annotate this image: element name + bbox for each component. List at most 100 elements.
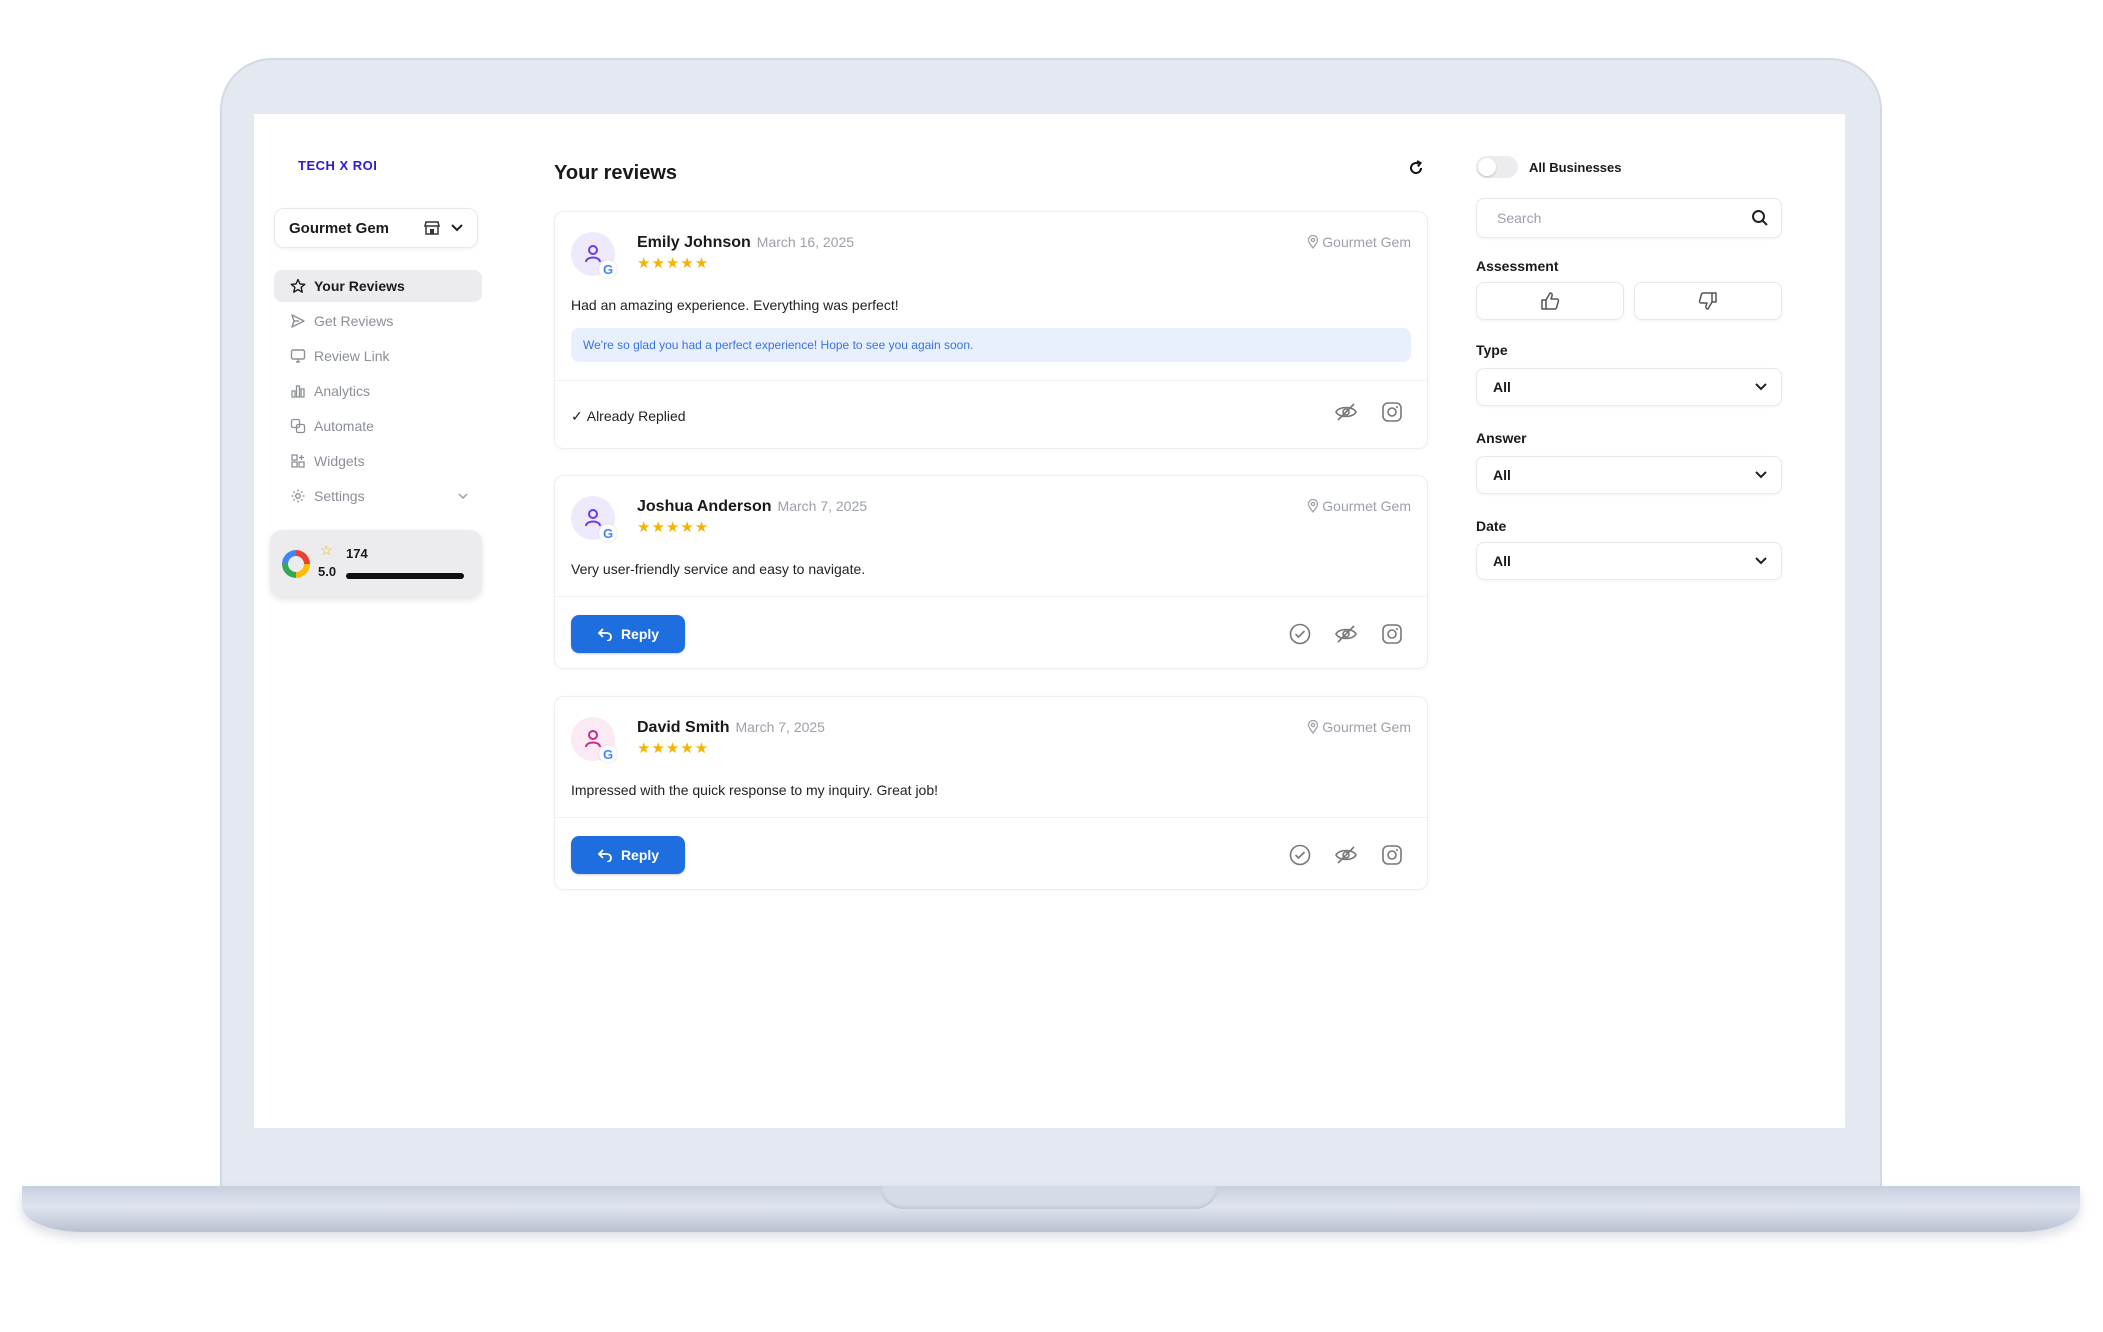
review-date: March 16, 2025 — [756, 234, 855, 250]
reply-button[interactable]: Reply — [571, 836, 685, 874]
user-avatar-icon: G — [571, 232, 617, 278]
search-icon — [1751, 209, 1769, 227]
reviewer-name: Joshua Anderson March 7, 2025 — [637, 498, 867, 516]
reply-button[interactable]: Reply — [571, 615, 685, 653]
type-select-value: All — [1493, 379, 1511, 395]
sidebar-item-label: Settings — [314, 488, 365, 504]
review-location-text: Gourmet Gem — [1322, 719, 1411, 735]
rating-bar — [346, 573, 464, 579]
review-card: G David Smith March 7, 2025 ★★★★★ Gourmet… — [554, 696, 1428, 890]
sidebar-item-your-reviews[interactable]: Your Reviews — [274, 270, 482, 302]
sidebar-item-analytics[interactable]: Analytics — [274, 375, 482, 407]
review-actions — [1287, 842, 1405, 868]
sidebar-item-review-link[interactable]: Review Link — [274, 340, 482, 372]
location-pin-icon — [1307, 499, 1319, 513]
review-location-text: Gourmet Gem — [1322, 498, 1411, 514]
search-placeholder: Search — [1497, 210, 1542, 226]
thumbs-down-button[interactable] — [1634, 282, 1782, 320]
review-text: Very user-friendly service and easy to n… — [571, 561, 866, 577]
reply-button-label: Reply — [620, 626, 660, 642]
business-select[interactable]: Gourmet Gem — [274, 208, 478, 248]
business-select-value: Gourmet Gem — [289, 219, 390, 237]
chevron-down-icon — [458, 493, 468, 499]
google-badge-icon: G — [599, 260, 617, 278]
review-location: Gourmet Gem — [1307, 719, 1411, 735]
sidebar-item-label: Analytics — [314, 383, 371, 399]
hide-icon[interactable] — [1333, 842, 1359, 868]
review-actions — [1333, 399, 1405, 425]
sidebar-item-get-reviews[interactable]: Get Reviews — [274, 305, 482, 337]
review-stars: ★★★★★ — [637, 255, 710, 272]
rating-score: 5.0 — [318, 564, 337, 579]
reviewer-name: Emily Johnson March 16, 2025 — [637, 234, 854, 252]
review-location: Gourmet Gem — [1307, 234, 1411, 250]
sidebar-item-label: Review Link — [314, 348, 390, 364]
review-location: Gourmet Gem — [1307, 498, 1411, 514]
thumbs-up-button[interactable] — [1476, 282, 1624, 320]
check-circle-icon[interactable] — [1287, 842, 1313, 868]
hide-icon[interactable] — [1333, 621, 1359, 647]
sidebar-item-widgets[interactable]: Widgets — [274, 445, 482, 477]
date-label: Date — [1476, 518, 1507, 534]
user-avatar-icon: G — [571, 496, 617, 542]
review-stars: ★★★★★ — [637, 519, 710, 536]
assessment-label: Assessment — [1476, 258, 1559, 274]
thumbs-up-icon — [1539, 290, 1561, 312]
replied-status-text: Already Replied — [586, 408, 686, 424]
google-badge-icon: G — [599, 524, 617, 542]
review-stars: ★★★★★ — [637, 740, 710, 757]
replied-status: ✓ Already Replied — [571, 408, 686, 425]
instagram-icon[interactable] — [1379, 399, 1405, 425]
refresh-icon[interactable] — [1406, 158, 1426, 178]
check-circle-icon[interactable] — [1287, 621, 1313, 647]
sidebar-item-label: Automate — [314, 418, 374, 434]
store-icon — [423, 220, 441, 236]
google-badge-icon: G — [599, 745, 617, 763]
location-pin-icon — [1307, 235, 1319, 249]
sidebar-item-label: Your Reviews — [314, 278, 405, 294]
review-text: Had an amazing experience. Everything wa… — [571, 297, 899, 313]
review-count: 174 — [346, 546, 368, 561]
instagram-icon[interactable] — [1379, 842, 1405, 868]
answer-label: Answer — [1476, 430, 1527, 446]
reply-arrow-icon — [597, 848, 613, 862]
reviewer-name-text: Joshua Anderson — [637, 498, 772, 515]
all-businesses-label: All Businesses — [1529, 160, 1622, 175]
reply-arrow-icon — [597, 627, 613, 641]
reviewer-name: David Smith March 7, 2025 — [637, 719, 825, 737]
owner-reply: We're so glad you had a perfect experien… — [571, 328, 1411, 362]
date-select[interactable]: All — [1476, 542, 1782, 580]
thumbs-down-icon — [1697, 290, 1719, 312]
sidebar-item-label: Get Reviews — [314, 313, 394, 329]
star-icon: ☆ — [320, 542, 333, 558]
review-card: G Joshua Anderson March 7, 2025 ★★★★★ Gou… — [554, 475, 1428, 669]
reviewer-name-text: David Smith — [637, 719, 730, 736]
review-card: G Emily Johnson March 16, 2025 ★★★★★ Gour… — [554, 211, 1428, 449]
review-actions — [1287, 621, 1405, 647]
location-pin-icon — [1307, 720, 1319, 734]
star-icon — [288, 278, 308, 294]
divider — [555, 596, 1427, 597]
review-date: March 7, 2025 — [735, 719, 825, 735]
automate-icon — [288, 418, 308, 434]
all-businesses-toggle[interactable] — [1476, 156, 1518, 178]
rating-bar-fill — [346, 573, 464, 579]
chevron-down-icon — [451, 224, 463, 232]
app-screen: TECH X ROI Gourmet Gem Your Reviews Get … — [254, 114, 1845, 1128]
answer-select[interactable]: All — [1476, 456, 1782, 494]
user-avatar-icon: G — [571, 717, 617, 763]
google-logo-icon — [282, 550, 310, 578]
reviewer-name-text: Emily Johnson — [637, 234, 751, 251]
brand-logo[interactable]: TECH X ROI — [298, 158, 377, 173]
rating-summary-card[interactable]: ☆ 174 5.0 — [270, 530, 482, 598]
monitor-icon — [288, 348, 308, 364]
type-select[interactable]: All — [1476, 368, 1782, 406]
sidebar-item-settings[interactable]: Settings — [274, 480, 482, 512]
sidebar-nav: Your Reviews Get Reviews Review Link Ana… — [274, 270, 482, 515]
divider — [555, 380, 1427, 381]
sidebar-item-automate[interactable]: Automate — [274, 410, 482, 442]
divider — [555, 817, 1427, 818]
search-input[interactable]: Search — [1476, 198, 1782, 238]
hide-icon[interactable] — [1333, 399, 1359, 425]
instagram-icon[interactable] — [1379, 621, 1405, 647]
